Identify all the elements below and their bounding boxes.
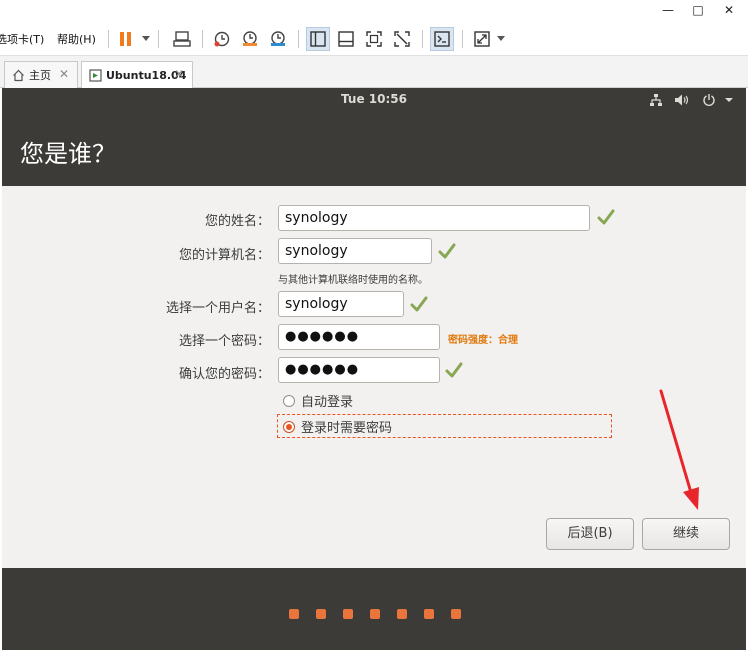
volume-icon[interactable] [674,92,690,108]
chevron-down-icon[interactable] [142,36,150,41]
name-valid-check-icon [597,209,615,225]
progress-step-dot [370,609,380,619]
clock[interactable]: Tue 10:56 [2,92,746,106]
unity-mode-icon[interactable] [390,27,414,51]
revert-snapshot-icon[interactable] [238,27,262,51]
stretch-guest-icon[interactable] [470,27,494,51]
auto-login-option[interactable]: 自动登录 [283,391,353,410]
toolbar-separator [422,30,423,48]
confirm-password-field[interactable]: ●●●●●● [278,357,440,383]
close-icon[interactable]: ✕ [174,67,184,81]
back-button[interactable]: 后退(B) [546,518,634,550]
tab-home-label: 主页 [29,69,51,82]
vm-display[interactable]: Tue 10:56 您是谁？ 您的姓名： synology 您的计算机名： sy… [2,88,746,650]
host-tabstrip: 主页 ✕ Ubuntu18.04 ✕ [0,56,748,88]
tab-home[interactable]: 主页 ✕ [4,61,78,88]
password-strength-text: 密码强度：合理 [448,335,518,346]
password-field[interactable]: ●●●●●● [278,324,440,350]
auto-login-label: 自动登录 [301,395,354,410]
progress-step-dot [397,609,407,619]
host-title-bar: — □ ✕ [0,0,748,22]
maximize-button[interactable]: □ [687,2,709,18]
password-label: 选择一个密码： [178,334,270,349]
pause-icon[interactable] [114,27,138,51]
close-window-button[interactable]: ✕ [718,2,740,18]
vm-icon [89,68,102,82]
installer-form: 您的姓名： synology 您的计算机名： synology 与其他计算机联络… [2,186,746,568]
chevron-down-icon[interactable] [724,92,734,108]
toolbar-separator [158,30,159,48]
ubuntu-top-bar: Tue 10:56 [2,88,746,112]
page-title: 您是谁？ [20,140,116,168]
name-field[interactable]: synology [278,205,590,231]
toolbar-separator [298,30,299,48]
console-icon[interactable] [430,27,454,51]
network-icon[interactable] [648,92,664,108]
snapshot-manager-icon[interactable] [266,27,290,51]
confirm-password-label: 确认您的密码： [178,367,270,382]
progress-step-dot [424,609,434,619]
username-field[interactable]: synology [278,291,404,317]
home-icon [12,69,25,82]
toolbar-separator [202,30,203,48]
progress-step-dot [289,609,299,619]
continue-button[interactable]: 继续 [642,518,730,550]
progress-step-dot [451,609,461,619]
fullscreen-icon[interactable] [362,27,386,51]
computer-name-label: 您的计算机名： [178,248,270,263]
confirm-password-valid-check-icon [445,362,463,378]
auto-login-radio[interactable] [283,394,295,407]
sidebar-view-icon[interactable] [306,27,330,51]
require-password-label: 登录时需要密码 [301,421,393,436]
power-icon[interactable] [702,92,716,108]
tab-ubuntu[interactable]: Ubuntu18.04 ✕ [81,61,193,88]
require-password-radio[interactable] [283,420,295,433]
thumbnail-view-icon[interactable] [334,27,358,51]
minimize-button[interactable]: — [657,2,679,18]
progress-step-dot [316,609,326,619]
menu-tabs[interactable]: 选项卡(T) [0,31,44,47]
screen: — □ ✕ 选项卡(T) 帮助(H) 主页 ✕ Ubuntu18.04 ✕ Tu… [0,0,748,650]
toolbar-separator [462,30,463,48]
name-label: 您的姓名： [204,214,270,229]
username-label: 选择一个用户名： [165,301,270,316]
toolbar-separator [108,30,109,48]
username-valid-check-icon [410,296,428,312]
computer-name-hint: 与其他计算机联络时使用的名称。 [278,275,428,286]
close-icon[interactable]: ✕ [59,67,69,81]
send-keys-icon[interactable] [170,27,194,51]
installer-header: 您是谁？ [2,112,746,186]
computer-name-field[interactable]: synology [278,238,432,264]
snapshot-icon[interactable] [210,27,234,51]
require-password-option[interactable]: 登录时需要密码 [283,417,392,436]
chevron-down-icon[interactable] [497,36,505,41]
host-menubar: 选项卡(T) 帮助(H) [0,22,748,56]
computer-name-valid-check-icon [438,243,456,259]
progress-step-dot [343,609,353,619]
menu-help[interactable]: 帮助(H) [57,31,96,47]
